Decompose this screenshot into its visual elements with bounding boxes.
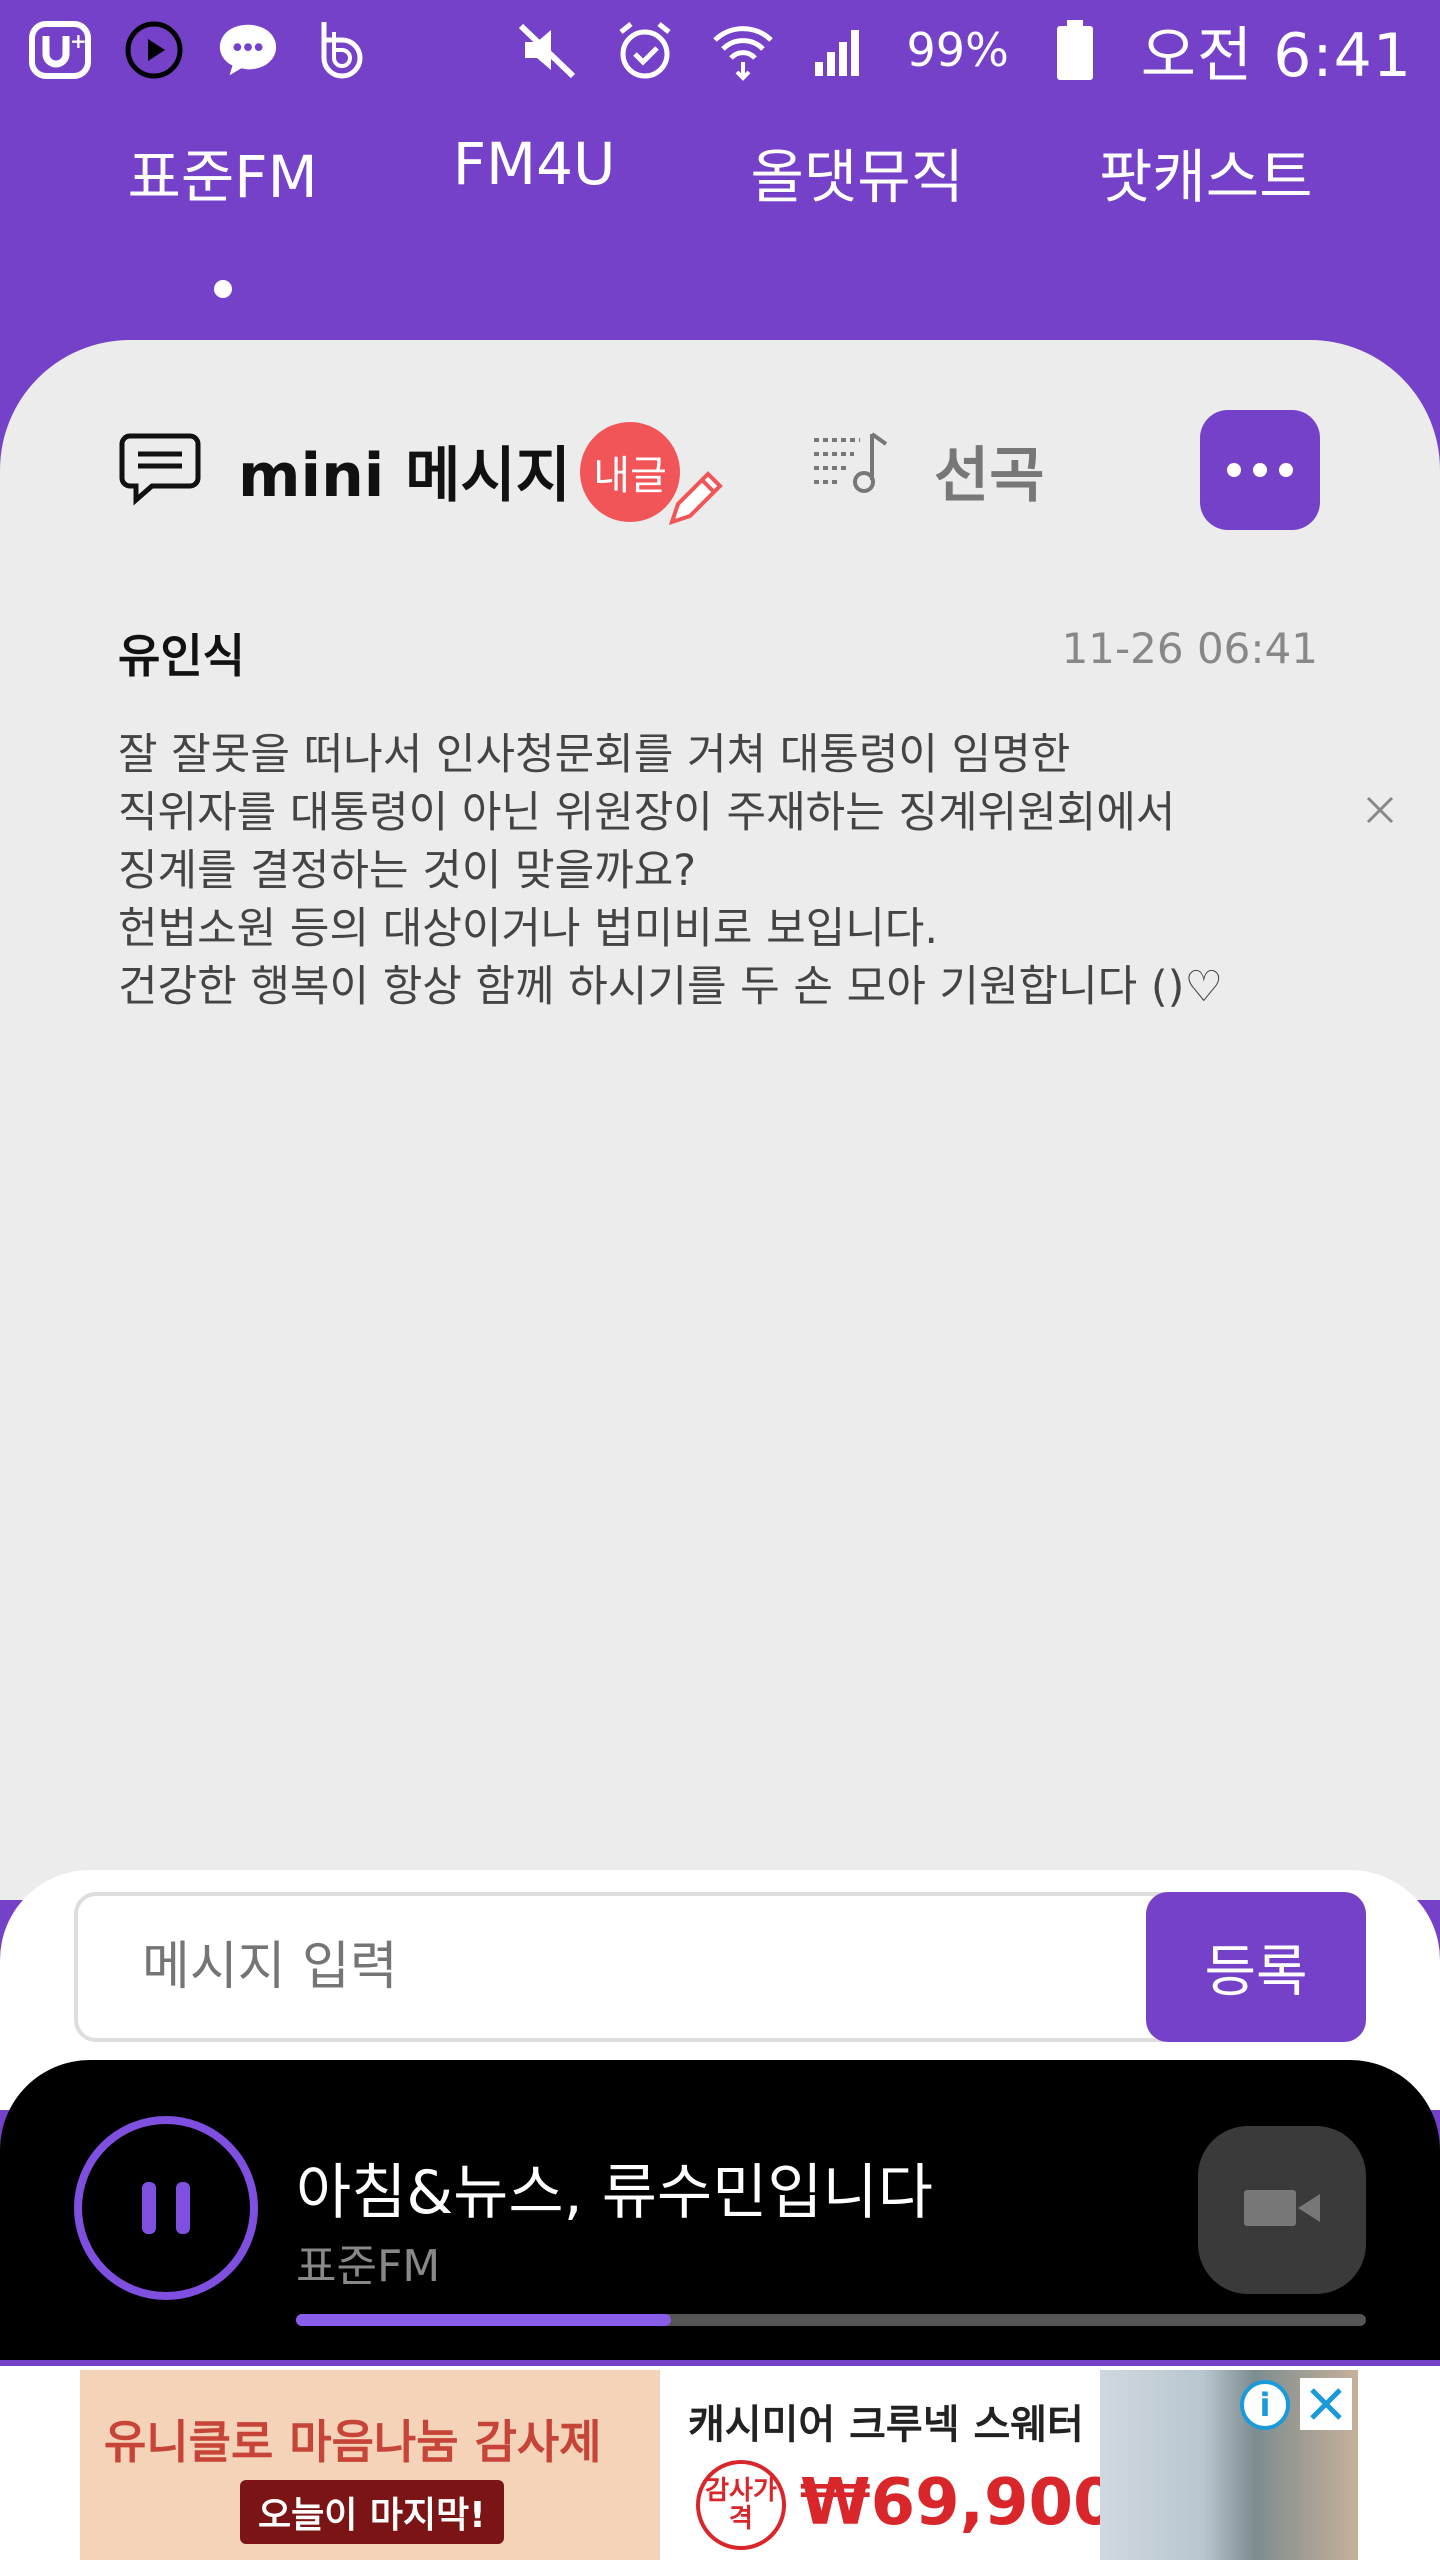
more-dot [1279,463,1293,477]
more-dot [1253,463,1267,477]
mini-message-header[interactable]: mini 메시지 [118,410,571,530]
message-input[interactable] [74,1892,1164,2042]
pause-button[interactable] [74,2116,258,2300]
video-camera-icon [1240,2180,1324,2240]
b-icon [310,18,374,82]
panel-title: mini 메시지 [238,440,571,511]
tab-podcast[interactable]: 팟캐스트 [1099,130,1312,290]
tab-label: FM4U [452,130,616,198]
tab-all-that-music[interactable]: 올댓뮤직 [751,130,964,290]
ad-headline: 유니클로 마음나눔 감사제 [104,2415,602,2469]
battery-icon [1043,18,1107,82]
tab-standard-fm[interactable]: 표준FM [127,130,318,298]
pencil-icon [662,468,726,532]
alarm-icon [613,18,677,82]
program-title: 아침&뉴스, 류수민입니다 [296,2158,933,2228]
chat-bubble-icon [216,18,280,82]
progress-fill [296,2314,671,2326]
channel-tabs: 표준FM FM4U 올댓뮤직 팟캐스트 [0,130,1440,310]
clock: 오전 6:41 [1140,20,1412,91]
program-channel: 표준FM [296,2241,441,2292]
tab-label: 팟캐스트 [1099,143,1313,211]
wifi-icon [711,18,775,82]
close-icon[interactable] [1360,790,1400,830]
submit-button[interactable]: 등록 [1146,1892,1366,2042]
tab-label: 표준FM [127,143,318,211]
status-bar: + 99% 오전 6:41 [0,0,1440,100]
more-options-button[interactable] [1200,410,1320,530]
svg-text:+: + [70,29,87,53]
ad-content[interactable]: 유니클로 마음나눔 감사제 오늘이 마지막! 캐시미어 크루넥 스웨터 감사가격… [80,2370,1358,2560]
u-plus-icon: + [28,18,92,82]
panel-header: mini 메시지 내글 선곡 [0,410,1440,530]
ad-subline: 오늘이 마지막! [240,2480,504,2544]
battery-percent: 99% [906,23,1009,77]
select-song-label: 선곡 [934,440,1045,511]
ad-product-name: 캐시미어 크루넥 스웨터 [688,2402,1084,2448]
pause-bar [142,2182,156,2234]
signal-icon [809,18,873,82]
tab-label: 올댓뮤직 [750,143,964,211]
mute-icon [515,18,579,82]
now-playing-bar: 아침&뉴스, 류수민입니다 표준FM [0,2060,1440,2360]
ad-banner[interactable]: 유니클로 마음나눔 감사제 오늘이 마지막! 캐시미어 크루넥 스웨터 감사가격… [0,2366,1440,2560]
mini-message-panel: mini 메시지 내글 선곡 유인식 11-26 06:41 잘 잘못을 떠나서… [0,340,1440,1900]
ad-product-panel: 캐시미어 크루넥 스웨터 감사가격 ₩69,900~ [660,2370,1171,2560]
more-dot [1227,463,1241,477]
music-list-icon [810,428,894,513]
message-body: 잘 잘못을 떠나서 인사청문회를 거쳐 대통령이 임명한 직위자를 대통령이 아… [118,730,1223,1012]
ad-close-icon[interactable] [1300,2378,1352,2430]
select-song-button[interactable]: 선곡 [810,410,1044,530]
active-tab-indicator [213,280,232,298]
message-item: 유인식 11-26 06:41 잘 잘못을 떠나서 인사청문회를 거쳐 대통령이… [118,620,1318,1016]
pause-bar [176,2182,190,2234]
play-icon [122,18,186,82]
message-time: 11-26 06:41 [1061,624,1318,673]
message-icon [118,430,202,510]
ad-promo-panel: 유니클로 마음나눔 감사제 오늘이 마지막! [80,2370,660,2560]
ad-seal: 감사가격 [696,2460,786,2550]
video-button[interactable] [1198,2126,1366,2294]
progress-bar[interactable] [296,2314,1366,2326]
tab-fm4u[interactable]: FM4U [453,130,616,290]
ad-info-icon[interactable]: i [1240,2380,1290,2430]
